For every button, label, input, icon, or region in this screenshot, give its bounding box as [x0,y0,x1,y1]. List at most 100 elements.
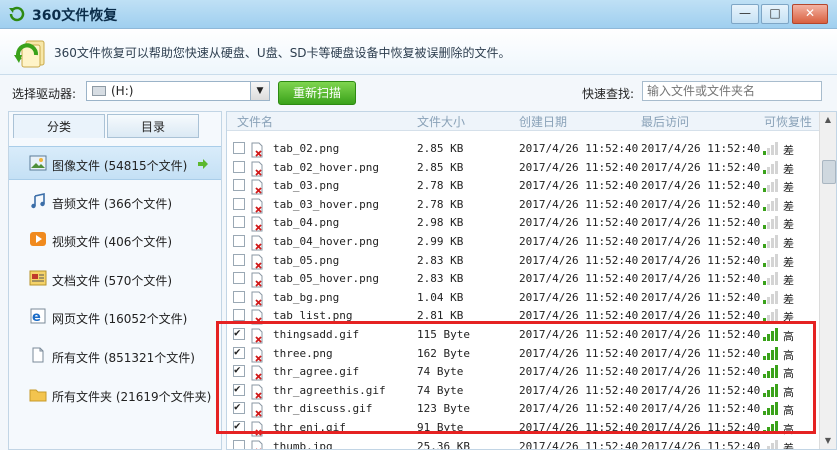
cell-accessed: 2017/4/26 11:52:40 [641,439,761,450]
table-row[interactable]: tab_03_hover.png 2.78 KB 2017/4/26 11:52:4… [227,196,836,214]
category-item[interactable]: 音频文件 (366个文件) [9,185,221,219]
app-window: 360文件恢复 — □ ✕ 360文件恢复可以帮助您快速从硬盘、U盘、SD卡等硬… [0,0,837,450]
cell-name: tab_05.png [273,253,340,267]
row-checkbox[interactable] [233,160,245,173]
row-checkbox[interactable] [233,345,245,359]
deleted-file-icon [250,198,264,214]
table-row[interactable]: tab_05.png 2.83 KB 2017/4/26 11:52:40 2017/… [227,252,836,270]
table-row[interactable]: three.png 162 Byte 2017/4/26 11:52:402017/… [227,345,836,363]
rescan-button[interactable]: 重新扫描 [278,81,356,105]
table-row[interactable]: thingsadd.gif 115 Byte 2017/4/26 11:52:402… [227,326,836,344]
cell-size: 2.83 KB [417,272,464,286]
category-label: 音频文件 (366个文件) [52,196,173,211]
table-row[interactable]: thr_discuss.gif 123 Byte 2017/4/26 11:52:4… [227,400,836,418]
cell-recoverability: 差 [783,441,794,450]
column-created[interactable]: 创建日期 [519,113,567,130]
row-checkbox[interactable] [233,290,245,303]
table-row[interactable]: tab_02_hover.png 2.85 KB 2017/4/26 11:52:4… [227,159,836,177]
drive-select[interactable]: (H:) ▼ [86,81,270,101]
chevron-down-icon[interactable]: ▼ [250,82,269,100]
table-row[interactable]: thumb.jpg 25.36 KB 2017/4/26 11:52:40 2017/… [227,438,836,450]
row-checkbox[interactable] [233,142,245,154]
row-checkbox[interactable] [233,382,245,396]
file-list: 文件名 文件大小 创建日期 最后访问 可恢复性 tab_02.png 2.85 K… [226,111,837,450]
title-bar[interactable]: 360文件恢复 — □ ✕ [0,0,837,29]
category-label: 所有文件 (851321个文件) [52,351,195,365]
row-checkbox[interactable] [233,363,245,378]
table-row[interactable]: tab_04.png 2.98 KB 2017/4/26 11:52:40 2017/… [227,214,836,232]
cell-name: thr_agreethis.gif [273,383,386,397]
category-item[interactable]: 所有文件夹 (21619个文件夹) [9,378,221,412]
row-checkbox[interactable] [233,216,245,229]
row-checkbox[interactable] [233,235,245,247]
table-row[interactable]: thr_enj.gif 91 Byte 2017/4/26 11:52:402017… [227,419,836,437]
signal-bars-icon [763,439,779,449]
cell-recoverability: 差 [783,255,794,269]
signal-bars-icon [763,290,779,304]
cell-name: thr_agree.gif [273,365,360,379]
column-recoverability[interactable]: 可恢复性 [764,113,812,130]
search-input[interactable] [642,81,822,101]
category-item[interactable]: 文档文件 (570个文件) [9,262,221,296]
table-row[interactable]: tab_05_hover.png 2.83 KB 2017/4/26 11:52:4… [227,270,836,288]
web-icon: e [29,308,47,325]
row-checkbox[interactable] [233,326,245,340]
search-label: 快速查找: [582,87,635,101]
table-row[interactable]: tab_02.png 2.85 KB 2017/4/26 11:52:40 2017/… [227,140,836,158]
row-checkbox[interactable] [233,400,245,415]
cell-name: three.png [273,346,333,360]
deleted-file-icon [250,402,264,418]
tab-directory[interactable]: 目录 [107,114,199,138]
scrollbar-thumb[interactable] [822,160,836,184]
category-item[interactable]: 所有文件 (851321个文件) [9,339,221,373]
category-item[interactable]: e 网页文件 (16052个文件) [9,300,221,334]
row-checkbox[interactable] [233,253,245,266]
drive-toolbar: 选择驱动器: (H:) ▼ 重新扫描 快速查找: [0,75,837,109]
table-row[interactable]: thr_agree.gif 74 Byte 2017/4/26 11:52:4020… [227,363,836,381]
category-item[interactable]: 视频文件 (406个文件) [9,223,221,257]
cell-created: 2017/4/26 11:52:40 [519,290,639,304]
cell-accessed: 2017/4/26 11:52:40 [641,402,761,416]
table-row[interactable]: tab_03.png 2.78 KB 2017/4/26 11:52:40 2017/… [227,177,836,195]
cell-recoverability: 高 [783,423,794,436]
cell-size: 123 Byte [417,402,470,416]
deleted-file-icon [250,328,264,344]
row-checkbox[interactable] [233,272,245,285]
row-checkbox[interactable] [233,439,245,449]
video-icon [29,231,47,247]
signal-bars-icon [763,197,779,211]
table-row[interactable]: tab_bg.png 1.04 KB 2017/4/26 11:52:40 2017/… [227,289,836,307]
column-accessed[interactable]: 最后访问 [641,113,689,130]
table-row[interactable]: tab_list.png 2.81 KB 2017/4/26 11:52:40 201… [227,307,836,325]
scroll-down-icon[interactable]: ▼ [820,433,836,449]
cell-name: thumb.jpg [273,439,333,450]
close-button[interactable]: ✕ [792,4,828,24]
column-size[interactable]: 文件大小 [417,113,465,130]
signal-bars-icon [763,179,779,193]
tab-category[interactable]: 分类 [13,114,105,138]
category-label: 视频文件 (406个文件) [52,235,173,250]
row-checkbox[interactable] [233,179,245,192]
row-checkbox[interactable] [233,197,245,210]
maximize-button[interactable]: □ [761,4,789,24]
scroll-up-icon[interactable]: ▲ [820,112,836,128]
row-checkbox[interactable] [233,309,245,322]
cell-accessed: 2017/4/26 11:52:40 [641,421,761,434]
cell-recoverability: 差 [783,237,794,250]
cell-recoverability: 高 [783,330,794,343]
cell-recoverability: 差 [783,144,794,157]
cell-created: 2017/4/26 11:52:40 [519,235,639,248]
deleted-file-icon [250,179,264,195]
table-row[interactable]: thr_agreethis.gif 74 Byte 2017/4/26 11:52:… [227,382,836,400]
cell-size: 2.98 KB [417,216,464,230]
table-row[interactable]: tab_04_hover.png 2.99 KB 2017/4/26 11:52:4… [227,233,836,251]
minimize-button[interactable]: — [731,4,759,24]
cell-name: tab_02.png [273,142,340,155]
signal-bars-icon [763,253,779,267]
cell-size: 74 Byte [417,365,464,379]
column-name[interactable]: 文件名 [237,113,273,130]
category-item[interactable]: 图像文件 (54815个文件) [9,146,221,180]
row-checkbox[interactable] [233,419,245,433]
file-list-scrollbar[interactable]: ▲ ▼ [819,112,836,449]
cell-created: 2017/4/26 11:52:40 [519,160,639,174]
